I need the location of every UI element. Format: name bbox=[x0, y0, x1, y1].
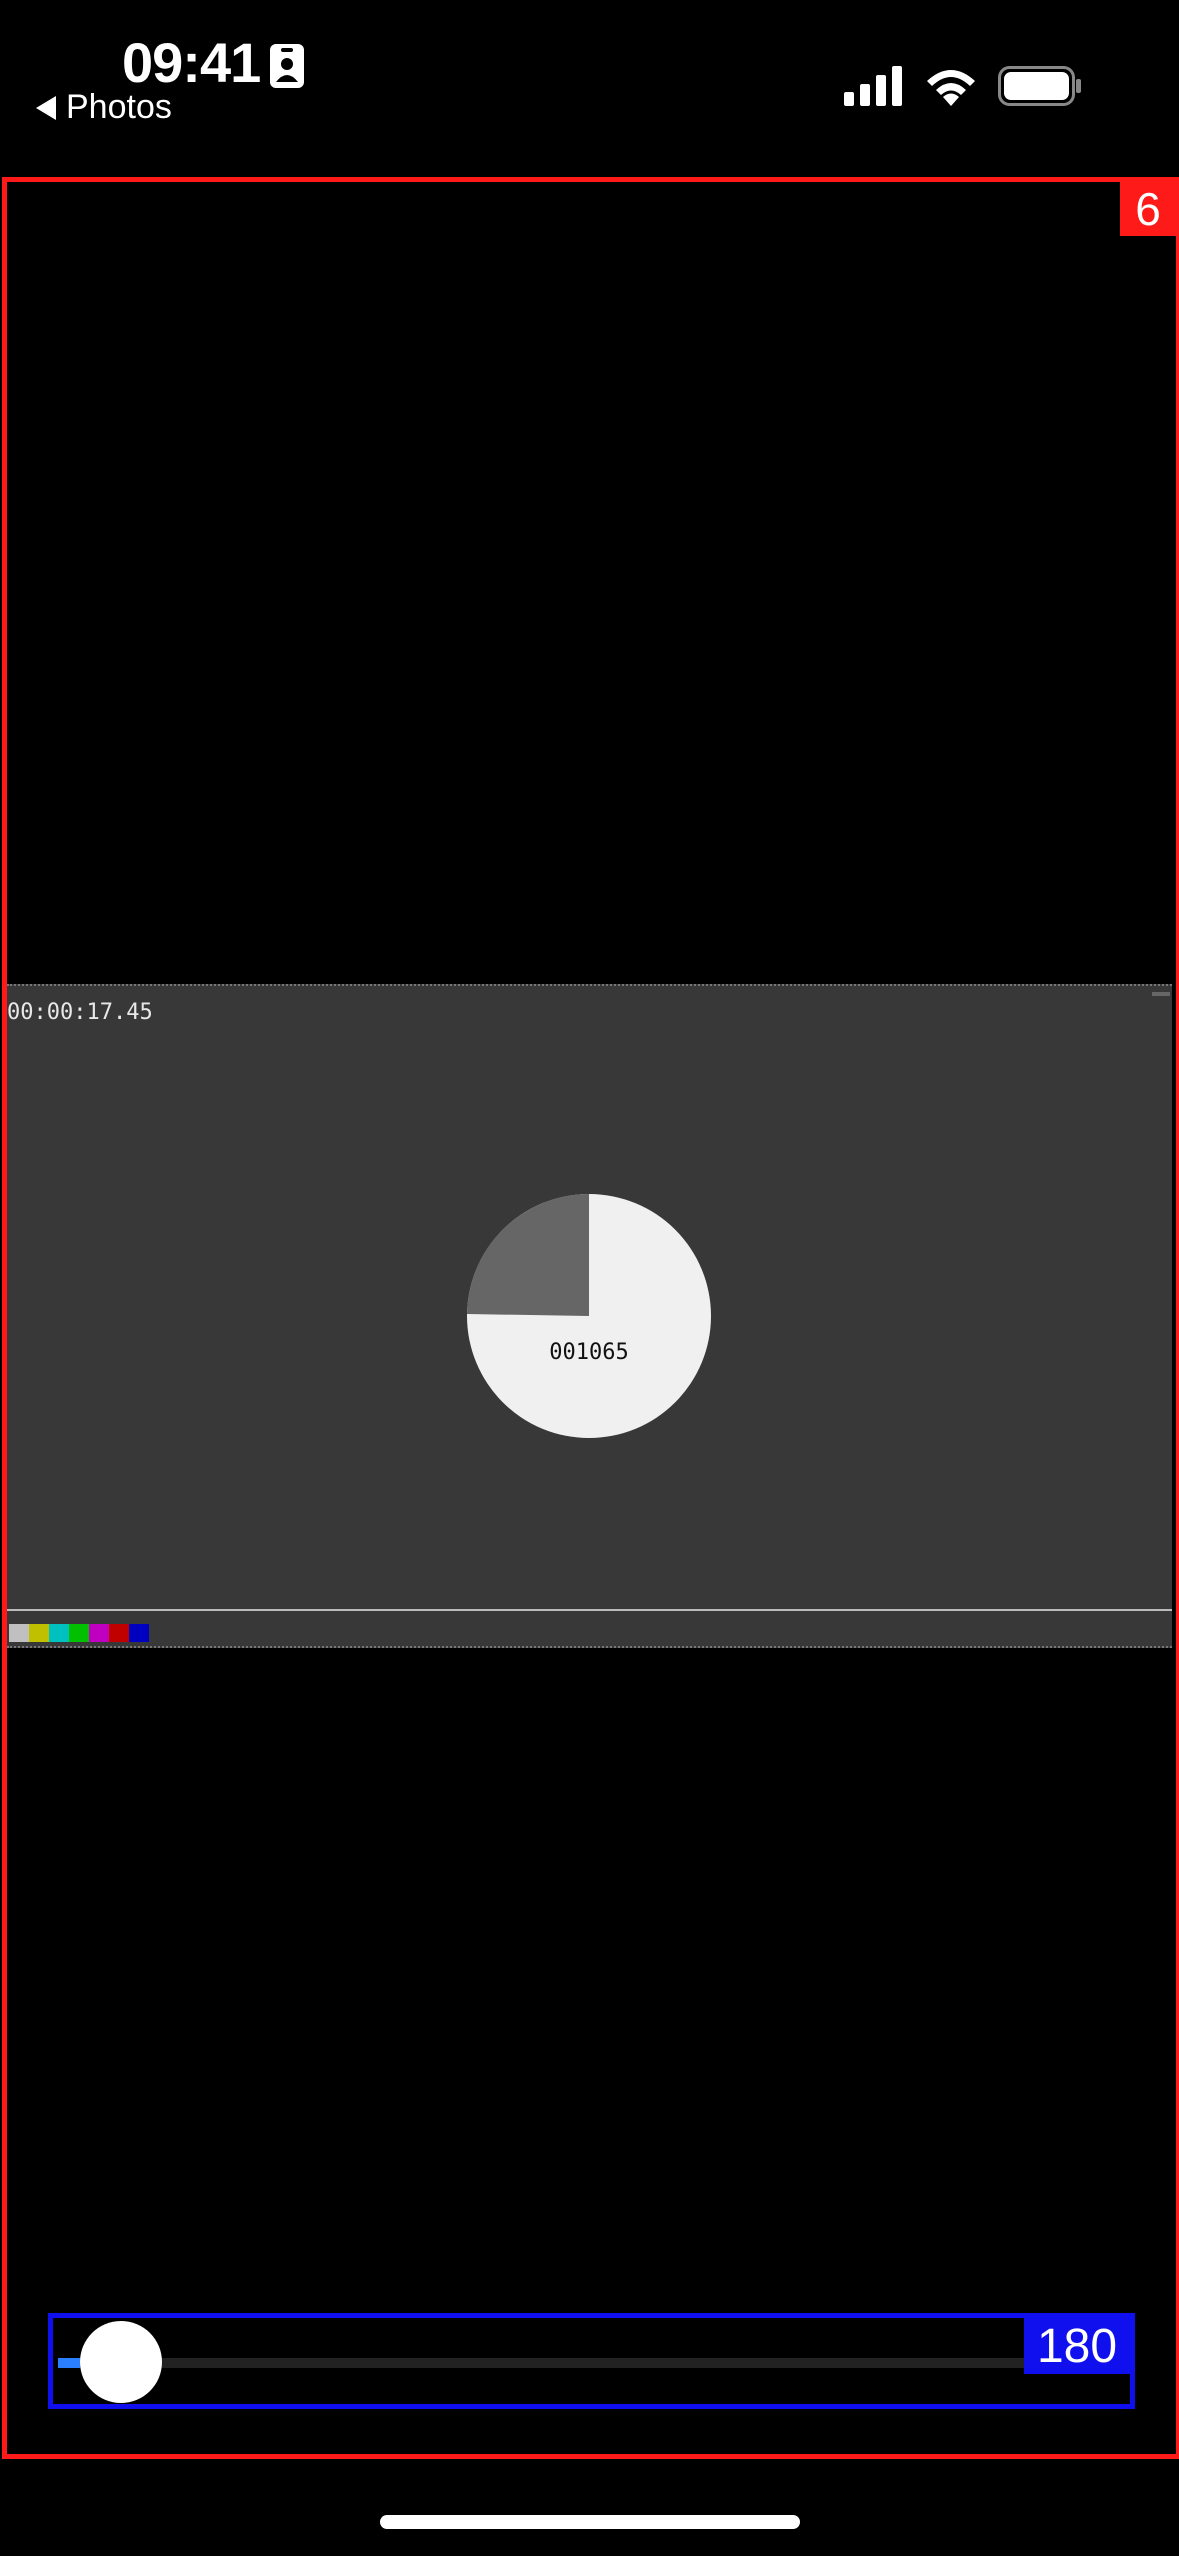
countdown-pie bbox=[467, 1194, 711, 1438]
color-bar-4 bbox=[89, 1624, 109, 1642]
slider-value: 180 bbox=[1024, 2318, 1130, 2374]
color-bar-0 bbox=[9, 1624, 29, 1642]
slider-fill bbox=[58, 2358, 80, 2368]
battery-icon bbox=[998, 66, 1081, 106]
back-label: Photos bbox=[66, 88, 172, 126]
frame-badge: 6 bbox=[1120, 180, 1176, 236]
home-indicator[interactable] bbox=[380, 2515, 800, 2529]
color-bar-6 bbox=[129, 1624, 149, 1642]
color-bar-2 bbox=[49, 1624, 69, 1642]
status-time: 09:41 bbox=[122, 31, 261, 94]
back-to-photos-link[interactable]: Photos bbox=[36, 88, 172, 127]
color-bars bbox=[9, 1624, 149, 1642]
frame-slider[interactable]: 180 bbox=[48, 2313, 1135, 2409]
back-arrow-icon bbox=[36, 95, 56, 120]
cellular-signal-icon bbox=[844, 66, 902, 106]
video-frame: 00:00:17.45 001065 bbox=[7, 984, 1172, 1648]
color-bar-5 bbox=[109, 1624, 129, 1642]
frame-counter: 001065 bbox=[549, 1340, 629, 1365]
contact-card-icon bbox=[270, 44, 304, 88]
color-bar-1 bbox=[29, 1624, 49, 1642]
corner-mark bbox=[1152, 992, 1170, 996]
color-bar-3 bbox=[69, 1624, 89, 1642]
slider-thumb[interactable] bbox=[80, 2321, 162, 2403]
video-divider-line bbox=[7, 1609, 1172, 1611]
wifi-icon bbox=[927, 70, 975, 106]
slider-track[interactable] bbox=[58, 2358, 1030, 2368]
timecode: 00:00:17.45 bbox=[7, 1000, 153, 1025]
